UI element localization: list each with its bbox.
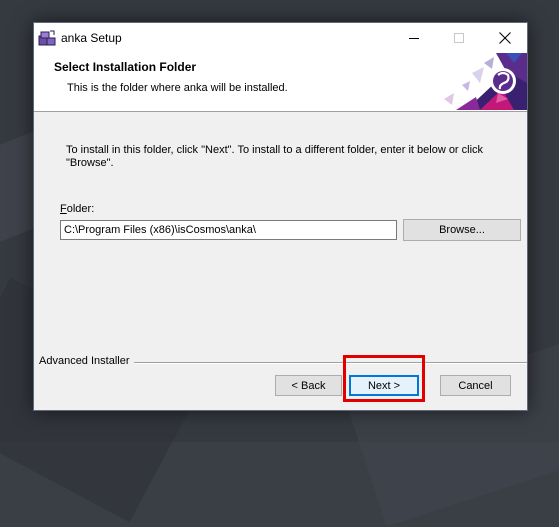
close-icon: [498, 32, 511, 44]
installer-logo-graphic: [444, 53, 527, 110]
wizard-header: Select Installation Folder This is the f…: [34, 53, 527, 112]
folder-label-text: older:: [66, 203, 95, 215]
footer-divider: [130, 362, 527, 364]
title-bar[interactable]: anka Setup: [34, 23, 527, 53]
page-title: Select Installation Folder: [54, 60, 197, 74]
maximize-button[interactable]: [437, 23, 482, 53]
maximize-icon: [454, 32, 464, 43]
footer-brand-label: Advanced Installer: [39, 355, 134, 367]
setup-window: anka Setup Select Installation Folder Th…: [33, 22, 528, 411]
back-button[interactable]: < Back: [275, 375, 342, 396]
next-button[interactable]: Next >: [349, 375, 419, 396]
folder-label: Folder:: [60, 203, 94, 215]
cancel-button[interactable]: Cancel: [440, 375, 511, 396]
instructions-text: To install in this folder, click "Next".…: [66, 144, 484, 169]
folder-label-mnemonic: F: [60, 203, 67, 215]
minimize-button[interactable]: [392, 23, 437, 53]
page-subtitle: This is the folder where anka will be in…: [67, 82, 288, 94]
browse-button[interactable]: Browse...: [403, 219, 521, 241]
installer-app-icon: [38, 30, 56, 46]
folder-path-input[interactable]: C:\Program Files (x86)\isCosmos\anka\: [60, 220, 397, 240]
minimize-icon: [409, 37, 419, 39]
close-button[interactable]: [482, 23, 527, 53]
window-title: anka Setup: [61, 31, 122, 45]
